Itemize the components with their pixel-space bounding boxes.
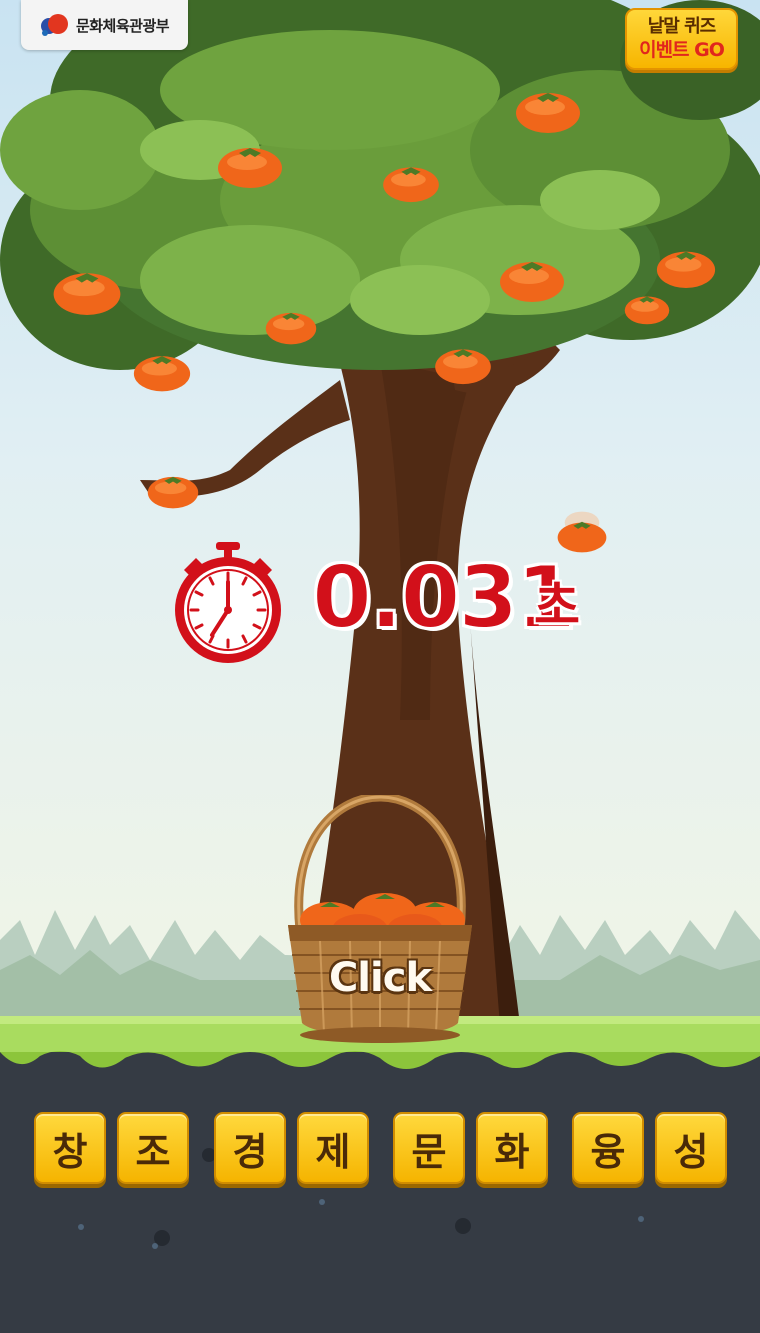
basket-click-label: Click xyxy=(328,955,432,1001)
persimmon-icon xyxy=(133,356,191,392)
stopwatch-icon xyxy=(175,542,281,663)
basket-click-button[interactable]: Click xyxy=(280,795,480,1050)
persimmon-icon xyxy=(624,296,670,325)
ministry-logo-icon xyxy=(40,14,68,36)
persimmon-icon xyxy=(516,93,580,133)
word-tile[interactable]: 성 xyxy=(655,1112,727,1184)
ground-pebble xyxy=(638,1216,644,1222)
timer-unit: 초 xyxy=(534,577,580,635)
persimmon-icon xyxy=(265,312,317,345)
word-tile[interactable]: 화 xyxy=(476,1112,548,1184)
ministry-badge: 문화체육관광부 xyxy=(21,0,188,50)
ground-pebble xyxy=(319,1199,325,1205)
persimmon-icon xyxy=(147,476,199,509)
persimmon-icon xyxy=(435,349,491,385)
word-tile[interactable]: 제 xyxy=(297,1112,369,1184)
timer-display: 0.031 초 xyxy=(172,540,592,665)
word-tile[interactable]: 문 xyxy=(393,1112,465,1184)
event-button-title: 낱말 퀴즈 xyxy=(647,16,717,37)
persimmon-icon xyxy=(656,251,716,288)
persimmon-icon xyxy=(53,273,121,315)
word-tile[interactable]: 조 xyxy=(117,1112,189,1184)
word-tile[interactable]: 경 xyxy=(214,1112,286,1184)
ground-pebble xyxy=(455,1218,471,1234)
persimmon-icon xyxy=(383,167,439,203)
ground-pebble xyxy=(78,1224,84,1230)
ground-pebble xyxy=(152,1243,158,1249)
word-quiz-event-button[interactable]: 낱말 퀴즈 이벤트 GO xyxy=(625,8,738,70)
persimmon-icon xyxy=(500,262,564,302)
ministry-label: 문화체육관광부 xyxy=(75,16,170,35)
event-button-go: 이벤트 GO xyxy=(639,39,725,61)
persimmon-icon xyxy=(218,148,282,188)
word-tile[interactable]: 융 xyxy=(572,1112,644,1184)
basket-icon xyxy=(288,795,472,1043)
word-tile[interactable]: 창 xyxy=(34,1112,106,1184)
